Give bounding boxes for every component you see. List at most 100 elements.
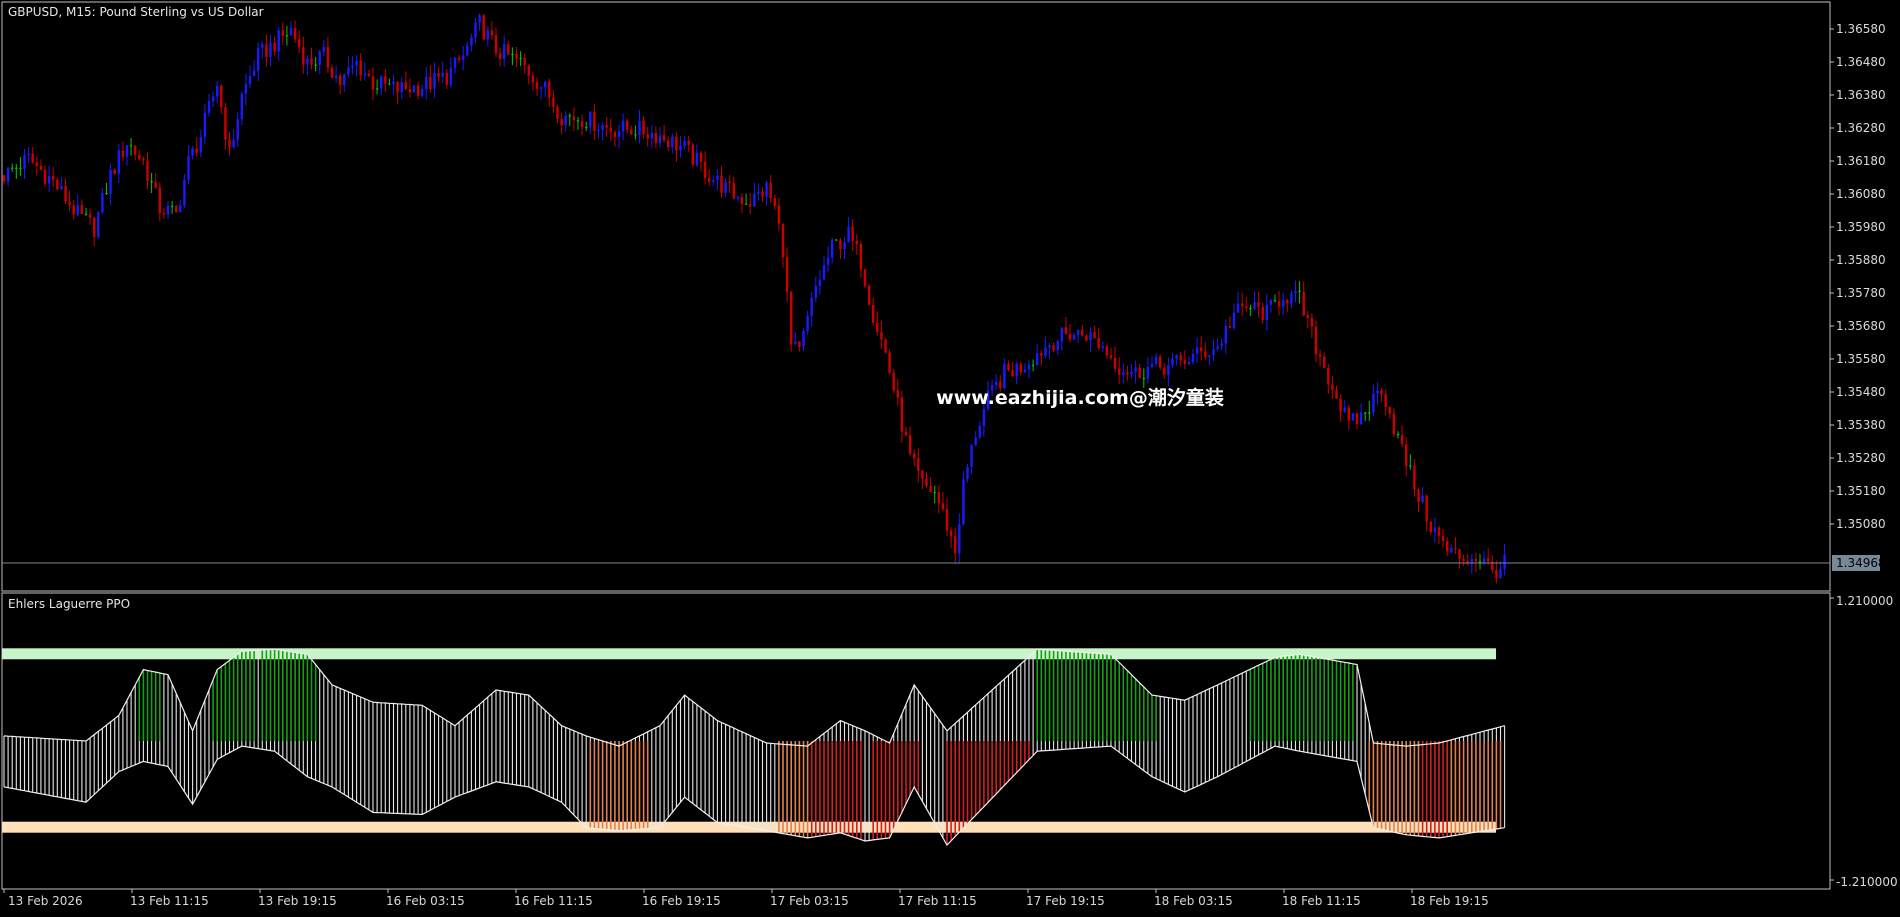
candle-body	[662, 135, 666, 141]
candle-body	[970, 444, 973, 468]
candle-body	[56, 179, 59, 190]
candle-body	[1368, 412, 1371, 414]
candle-body	[552, 97, 555, 107]
price-tick: 1.35580	[1836, 352, 1886, 366]
candle-body	[1495, 570, 1498, 578]
candle-body	[1314, 326, 1318, 355]
candle-body	[154, 182, 157, 188]
candle-body	[121, 150, 125, 157]
time-label: 16 Feb 03:15	[386, 894, 465, 908]
candle-body	[749, 204, 752, 207]
price-tick: 1.36580	[1836, 22, 1886, 36]
candle-body	[1195, 347, 1199, 354]
candle-body	[146, 160, 149, 182]
candle-body	[556, 106, 559, 119]
candle-body	[1384, 394, 1387, 407]
candle-body	[675, 136, 678, 151]
time-label: 13 Feb 11:15	[130, 894, 209, 908]
candle-body	[470, 37, 473, 46]
candle-body	[1077, 329, 1080, 335]
candle-body	[211, 96, 215, 102]
candle-body	[658, 135, 662, 144]
candle-body	[978, 426, 981, 438]
candle-body	[585, 127, 588, 129]
candle-body	[1392, 413, 1396, 435]
candle-body	[129, 145, 133, 147]
candle-body	[1335, 389, 1338, 399]
candle-body	[1253, 302, 1256, 309]
candle-body	[43, 169, 47, 184]
candle-body	[1015, 363, 1018, 377]
candle-body	[1425, 495, 1428, 522]
candle-body	[1089, 332, 1092, 341]
candle-body	[326, 46, 330, 68]
candle-body	[88, 214, 92, 218]
candle-body	[462, 55, 465, 60]
candle-body	[695, 152, 699, 165]
candle-body	[400, 82, 403, 93]
candle-body	[511, 53, 514, 55]
trading-terminal-chart[interactable]: GBPUSD, M15: Pound Sterling vs US Dollar…	[0, 0, 1900, 913]
candle-body	[1487, 558, 1490, 562]
candle-body	[1007, 363, 1010, 371]
candle-body	[232, 139, 235, 148]
candle-body	[617, 131, 621, 138]
candle-body	[851, 226, 854, 241]
candle-body	[597, 129, 600, 132]
candle-body	[1245, 306, 1248, 309]
price-tick: 1.35780	[1836, 286, 1886, 300]
candle-body	[806, 316, 809, 332]
candle-body	[1200, 347, 1203, 352]
candle-body	[790, 291, 793, 345]
candle-body	[236, 118, 239, 140]
candle-body	[945, 509, 949, 531]
candle-body	[876, 322, 879, 332]
candle-body	[302, 47, 305, 65]
candle-body	[925, 478, 928, 486]
candle-body	[1355, 413, 1359, 425]
candle-body	[2, 175, 6, 182]
candle-body	[15, 167, 18, 169]
candle-body	[248, 75, 252, 85]
candle-body	[884, 339, 887, 353]
candle-body	[646, 134, 649, 139]
candle-body	[183, 179, 186, 206]
candle-body	[937, 491, 940, 504]
candle-body	[982, 408, 986, 427]
time-label: 16 Feb 11:15	[514, 894, 593, 908]
watermark-text: www.eazhijia.com@潮汐童装	[936, 386, 1224, 409]
candle-body	[1249, 308, 1252, 310]
chart-canvas[interactable]: GBPUSD, M15: Pound Sterling vs US Dollar…	[0, 0, 1900, 913]
candle-body	[1273, 300, 1277, 302]
candle-body	[109, 169, 112, 194]
candle-body	[31, 153, 34, 163]
candle-body	[191, 148, 194, 156]
candle-body	[1146, 366, 1150, 379]
time-label: 17 Feb 11:15	[898, 894, 977, 908]
price-tick: 1.36180	[1836, 154, 1886, 168]
candle-body	[1072, 334, 1076, 340]
candle-body	[457, 57, 461, 60]
candle-body	[732, 183, 735, 199]
candle-body	[1208, 355, 1211, 358]
candle-body	[949, 530, 953, 537]
candle-body	[441, 72, 444, 77]
candle-body	[486, 30, 489, 40]
candle-body	[1068, 333, 1072, 340]
candle-body	[921, 470, 924, 479]
candle-body	[1376, 390, 1379, 394]
candle-body	[404, 82, 407, 90]
candle-body	[1085, 335, 1088, 341]
candle-body	[1187, 361, 1191, 365]
candle-body	[240, 93, 243, 119]
candle-body	[769, 182, 772, 199]
candle-body	[474, 22, 477, 38]
candle-body	[1044, 347, 1047, 356]
candle-body	[380, 76, 383, 89]
candle-body	[113, 169, 116, 174]
price-tick: 1.35080	[1836, 517, 1886, 531]
candle-body	[203, 112, 207, 137]
candle-body	[958, 524, 961, 554]
candle-body	[667, 140, 670, 148]
candle-body	[1167, 365, 1170, 375]
